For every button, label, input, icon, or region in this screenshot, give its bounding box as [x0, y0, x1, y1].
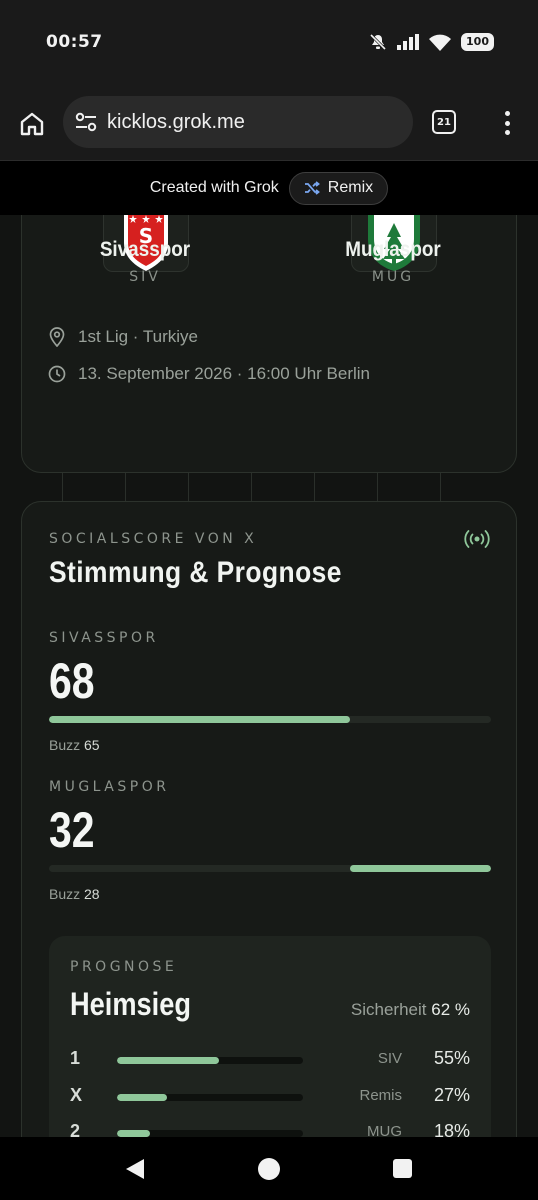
- mute-icon: [369, 33, 387, 51]
- prognose-row: X Remis 27%: [70, 1085, 470, 1109]
- outcome-key: 1: [70, 1048, 81, 1068]
- prognose-title: Heimsieg: [70, 986, 191, 1022]
- kickoff-text: 13. September 2026 · 16:00 Uhr Berlin: [78, 364, 371, 383]
- grok-created-text: Created with Grok: [149, 179, 279, 196]
- browser-toolbar: kicklos.grok.me 21: [0, 90, 538, 160]
- browser-menu-button[interactable]: [500, 108, 514, 138]
- home-team-code: SIV: [129, 269, 161, 285]
- background-grid: [62, 473, 502, 503]
- away-team-label: MUGLASPOR: [49, 779, 170, 795]
- home-buzz-value: 65: [84, 737, 100, 753]
- broadcast-icon: [464, 530, 490, 548]
- wifi-icon: [429, 34, 452, 51]
- home-score-bar-fill: [49, 716, 350, 723]
- outcome-bar: [117, 1057, 303, 1064]
- away-team-name: Muglaspor: [345, 238, 441, 261]
- back-icon[interactable]: [124, 1158, 146, 1180]
- away-buzz-label: Buzz: [49, 886, 81, 902]
- confidence-value: 62 %: [431, 1000, 470, 1019]
- away-buzz: Buzz 28: [49, 886, 100, 902]
- more-icon-dot: [504, 120, 510, 126]
- more-icon-dot: [504, 130, 510, 135]
- signal-icon: [397, 34, 420, 50]
- outcome-label: Remis: [359, 1087, 402, 1104]
- match-card: S VS Sivasspor SIV Muglaspor MUG 1st: [21, 215, 517, 473]
- socialscore-eyebrow: SOCIALSCORE VON X: [49, 531, 258, 547]
- grok-banner: Created with Grok Remix: [0, 160, 538, 215]
- league-text: 1st Lig · Turkiye: [78, 327, 198, 346]
- shuffle-icon: [304, 181, 320, 195]
- page-content: S VS Sivasspor SIV Muglaspor MUG 1st: [0, 215, 538, 1137]
- league-row: 1st Lig · Turkiye: [48, 327, 198, 347]
- url-text[interactable]: kicklos.grok.me: [107, 111, 245, 134]
- home-button[interactable]: [16, 108, 48, 140]
- status-bar: 00:57 100: [0, 0, 538, 90]
- outcome-bar-fill: [117, 1094, 168, 1101]
- away-buzz-value: 28: [84, 886, 100, 902]
- away-score: 32: [49, 802, 95, 858]
- home-score: 68: [49, 653, 95, 709]
- away-score-bar-fill: [349, 865, 491, 872]
- prognose-row: 1 SIV 55%: [70, 1048, 470, 1072]
- confidence: Sicherheit 62 %: [351, 1000, 470, 1020]
- outcome-key: 2: [70, 1121, 81, 1137]
- clock-icon: [48, 365, 66, 383]
- system-navigation-bar: [0, 1137, 538, 1200]
- home-score-bar: [49, 716, 491, 723]
- outcome-bar: [117, 1130, 303, 1137]
- remix-label[interactable]: Remix: [328, 179, 373, 197]
- battery-icon: 100: [461, 33, 494, 51]
- outcome-percent: 18%: [433, 1121, 470, 1137]
- location-pin-icon: [49, 327, 65, 347]
- prognose-row: 2 MUG 18%: [70, 1121, 470, 1137]
- home-team-name: Sivasspor: [99, 238, 191, 261]
- more-icon-dot: [504, 111, 510, 116]
- socialscore-card: SOCIALSCORE VON X Stimmung & Prognose SI…: [21, 501, 517, 1137]
- remix-button[interactable]: Remix: [288, 171, 389, 205]
- away-score-bar: [49, 865, 491, 872]
- home-buzz-label: Buzz: [49, 737, 81, 753]
- outcome-bar-fill: [117, 1057, 220, 1064]
- status-time: 00:57: [46, 32, 103, 52]
- home-team-label: SIVASSPOR: [49, 630, 159, 646]
- status-icons: 100: [369, 33, 494, 51]
- away-team-code: MUG: [371, 269, 415, 285]
- outcome-key: X: [70, 1085, 83, 1105]
- tab-switcher-button[interactable]: 21: [432, 110, 456, 134]
- prognose-eyebrow: PROGNOSE: [70, 959, 178, 975]
- prognose-card: PROGNOSE Heimsieg Sicherheit 62 % 1 SIV …: [49, 936, 491, 1137]
- outcome-label: SIV: [377, 1050, 402, 1067]
- recent-apps-button[interactable]: [393, 1159, 412, 1178]
- socialscore-title: Stimmung & Prognose: [49, 556, 342, 589]
- home-buzz: Buzz 65: [49, 737, 100, 753]
- outcome-percent: 27%: [433, 1085, 470, 1105]
- outcome-label: MUG: [367, 1123, 402, 1137]
- outcome-bar: [117, 1094, 303, 1101]
- outcome-percent: 55%: [433, 1048, 470, 1068]
- kickoff-row: 13. September 2026 · 16:00 Uhr Berlin: [48, 364, 370, 384]
- site-settings-icon[interactable]: [75, 112, 97, 132]
- home-icon: [20, 112, 44, 136]
- outcome-bar-fill: [117, 1130, 151, 1137]
- confidence-label: Sicherheit: [350, 1000, 427, 1019]
- home-nav-button[interactable]: [258, 1158, 280, 1180]
- url-bar[interactable]: kicklos.grok.me: [63, 96, 413, 148]
